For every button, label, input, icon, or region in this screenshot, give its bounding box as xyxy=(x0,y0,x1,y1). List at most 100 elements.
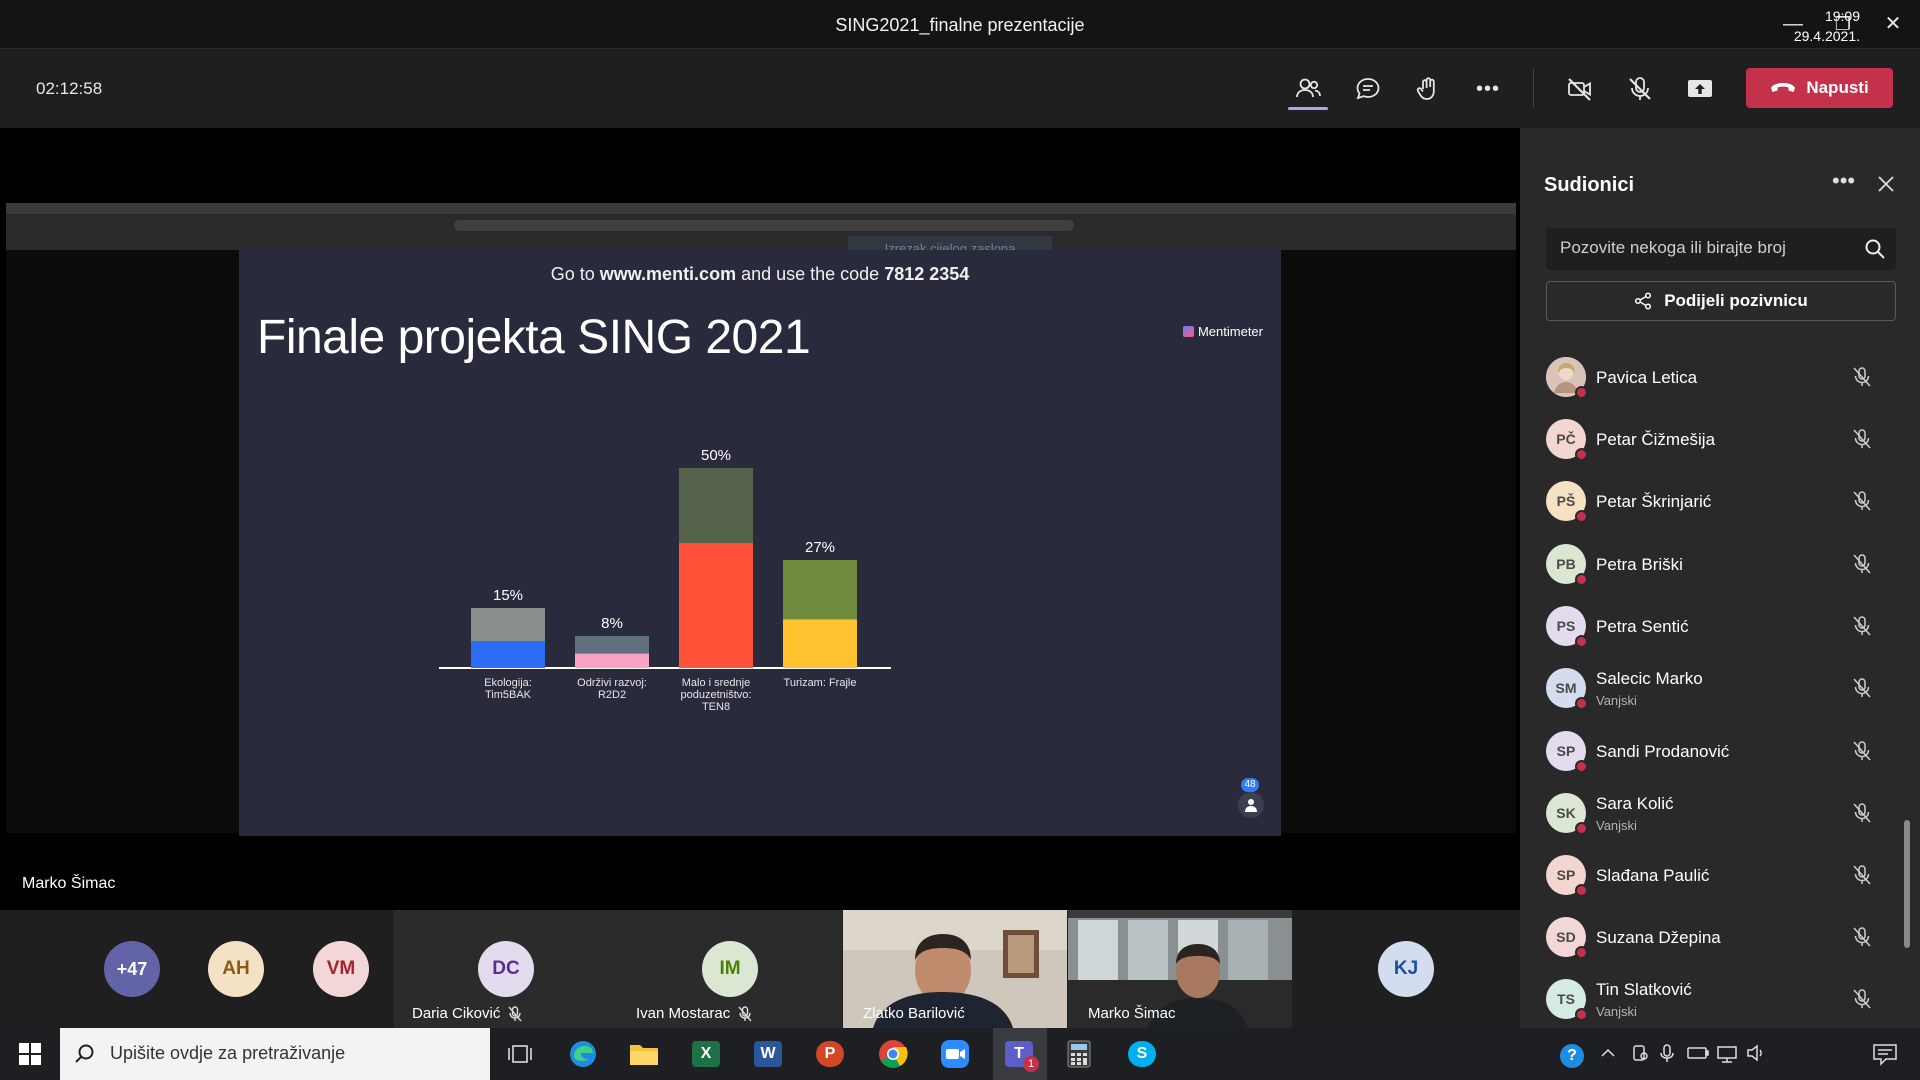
avatar: PŠ xyxy=(1546,481,1588,523)
participant-row[interactable]: SP Slađana Paulić xyxy=(1520,844,1920,906)
powerpoint-icon[interactable]: P xyxy=(810,1036,850,1072)
invite-search xyxy=(1546,228,1896,270)
invite-search-input[interactable] xyxy=(1560,238,1850,258)
tile-name-text: Ivan Mostarac xyxy=(636,1005,731,1022)
mic-off-icon[interactable] xyxy=(1850,427,1874,451)
task-view-icon[interactable] xyxy=(500,1036,540,1072)
avatar: IM xyxy=(702,941,758,997)
more-icon[interactable]: ••• xyxy=(1468,69,1508,109)
participant-tile[interactable]: DC Daria Ciković xyxy=(394,910,618,1028)
mic-off-icon[interactable] xyxy=(1620,69,1660,109)
avatar: SP xyxy=(1546,855,1588,897)
taskbar-search-input[interactable] xyxy=(110,1043,470,1064)
teams-icon[interactable]: T 1 xyxy=(999,1036,1039,1072)
windows-start-button[interactable] xyxy=(0,1028,60,1080)
mic-off-icon[interactable] xyxy=(1850,552,1874,576)
participant-row[interactable]: SM Salecic Marko Vanjski xyxy=(1520,657,1920,719)
participants-icon xyxy=(1238,792,1264,818)
raise-hand-icon[interactable] xyxy=(1408,69,1448,109)
mic-off-icon[interactable] xyxy=(1850,739,1874,763)
participant-row[interactable]: PS Petra Sentić xyxy=(1520,595,1920,657)
participant-video-tile[interactable]: Marko Šimac xyxy=(1068,910,1292,1028)
search-icon[interactable] xyxy=(1864,238,1886,260)
mic-off-icon[interactable] xyxy=(1850,614,1874,638)
skype-icon[interactable]: S xyxy=(1122,1036,1162,1072)
file-explorer-icon[interactable] xyxy=(624,1036,664,1072)
avatar-initials: PČ xyxy=(1556,431,1576,447)
participant-video-tile[interactable]: Zlatko Barilović xyxy=(843,910,1067,1028)
mentimeter-slide: Go to www.menti.com and use the code 781… xyxy=(239,250,1281,836)
notifications-icon[interactable] xyxy=(1872,1042,1898,1070)
tray-icons[interactable] xyxy=(1600,1042,1770,1068)
share-invite-button[interactable]: Podijeli pozivnicu xyxy=(1546,281,1896,321)
avatar-initials: SP xyxy=(1556,743,1576,759)
participant-tile[interactable]: KJ xyxy=(1292,910,1520,1028)
mic-off-icon[interactable] xyxy=(1850,365,1874,389)
participant-row[interactable]: PB Petra Briški xyxy=(1520,533,1920,595)
leave-button[interactable]: Napusti xyxy=(1746,68,1893,108)
mic-off-icon[interactable] xyxy=(1850,801,1874,825)
avatar: PS xyxy=(1546,606,1588,648)
participant-tile[interactable]: IM Ivan Mostarac xyxy=(618,910,842,1028)
zoom-icon[interactable] xyxy=(935,1036,975,1072)
participant-row[interactable]: PČ Petar Čižmešija xyxy=(1520,408,1920,470)
participant-name: Petar Škrinjarić xyxy=(1596,492,1712,511)
participant-name: Sandi Prodanović xyxy=(1596,742,1730,761)
avatar[interactable]: AH xyxy=(208,941,264,997)
avatar-initials: SM xyxy=(1555,680,1577,696)
people-active-indicator xyxy=(1288,107,1328,110)
category-label: Malo i srednje xyxy=(682,677,750,689)
busy-status-icon xyxy=(1575,510,1588,523)
chat-icon[interactable] xyxy=(1348,69,1388,109)
toolbar-divider xyxy=(1533,68,1534,108)
participant-subtitle: Vanjski xyxy=(1596,818,1637,833)
bar-image xyxy=(679,468,753,543)
remote-browser-bar xyxy=(6,214,1516,250)
panel-more-icon[interactable]: ••• xyxy=(1832,168,1855,194)
camera-off-icon[interactable] xyxy=(1560,69,1600,109)
overflow-participants-button[interactable]: +47 xyxy=(104,941,160,997)
participant-name: Sara Kolić xyxy=(1596,794,1674,813)
help-icon[interactable]: ? xyxy=(1560,1044,1584,1068)
excel-icon[interactable]: X xyxy=(686,1036,726,1072)
active-speaker-name: Marko Šimac xyxy=(22,875,116,892)
system-clock[interactable]: 19:09 29.4.2021. xyxy=(1770,6,1860,46)
busy-status-icon xyxy=(1575,697,1588,710)
participant-row[interactable]: Pavica Letica xyxy=(1520,346,1920,408)
main-stage: Izrezak cijelog zaslona Go to www.menti.… xyxy=(6,128,1516,908)
mic-off-icon[interactable] xyxy=(1850,925,1874,949)
busy-status-icon xyxy=(1575,448,1588,461)
calculator-icon[interactable] xyxy=(1059,1036,1099,1072)
participant-row[interactable]: PŠ Petar Škrinjarić xyxy=(1520,470,1920,532)
busy-status-icon xyxy=(1575,386,1588,399)
participant-row[interactable]: SK Sara Kolić Vanjski xyxy=(1520,782,1920,844)
mic-off-icon[interactable] xyxy=(1850,676,1874,700)
category-label: TEN8 xyxy=(702,701,730,713)
participant-row[interactable]: TS Tin Slatković Vanjski xyxy=(1520,968,1920,1030)
share-screen-icon[interactable] xyxy=(1680,69,1720,109)
people-icon[interactable] xyxy=(1288,69,1328,109)
participant-list-scrollbar[interactable] xyxy=(1904,820,1910,948)
bar-value-label: 15% xyxy=(493,587,523,604)
meeting-timer: 02:12:58 xyxy=(36,79,103,98)
chrome-icon[interactable] xyxy=(873,1036,913,1072)
participant-name: Salecic Marko xyxy=(1596,669,1703,688)
avatar: SK xyxy=(1546,793,1588,835)
mic-off-icon[interactable] xyxy=(1850,987,1874,1011)
mic-off-icon[interactable] xyxy=(1850,863,1874,887)
mic-off-icon[interactable] xyxy=(1850,489,1874,513)
participant-subtitle: Vanjski xyxy=(1596,1004,1637,1019)
taskbar-search xyxy=(60,1028,490,1080)
close-window-button[interactable]: ✕ xyxy=(1873,10,1913,38)
window-title: SING2021_finalne prezentacije xyxy=(835,15,1085,35)
avatar[interactable]: VM xyxy=(313,941,369,997)
busy-status-icon xyxy=(1575,635,1588,648)
avatar-initials: SK xyxy=(1556,805,1576,821)
edge-icon[interactable] xyxy=(563,1036,603,1072)
participant-row[interactable]: SD Suzana Džepina xyxy=(1520,906,1920,968)
word-icon[interactable]: W xyxy=(748,1036,788,1072)
participant-row[interactable]: SP Sandi Prodanović xyxy=(1520,720,1920,782)
close-icon[interactable] xyxy=(1874,172,1898,196)
window-titlebar: SING2021_finalne prezentacije — ❐ ✕ xyxy=(0,0,1920,49)
busy-status-icon xyxy=(1575,760,1588,773)
